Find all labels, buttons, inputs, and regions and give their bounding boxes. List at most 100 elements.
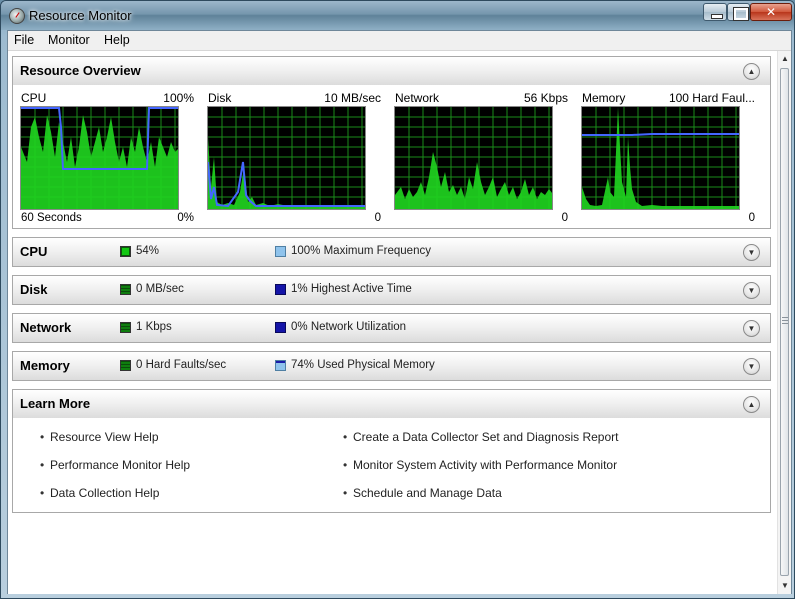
cpu-graph: [20, 106, 179, 210]
graph-min: 0: [561, 212, 568, 224]
cpu-usage-value: 54%: [136, 245, 160, 257]
link-performance-monitor-help[interactable]: Performance Monitor Help: [40, 458, 190, 472]
memory-header[interactable]: Memory 0 Hard Faults/sec 74% Used Physic…: [13, 352, 770, 380]
resource-overview-header[interactable]: Resource Overview ▲: [13, 57, 770, 85]
expand-button[interactable]: ▼: [743, 282, 760, 299]
link-schedule-manage-data[interactable]: Schedule and Manage Data: [343, 486, 502, 500]
graph-max: 56 Kbps: [523, 91, 568, 105]
maximize-icon: [728, 4, 749, 21]
network-graph: [394, 106, 553, 210]
memory-graph-block: Memory 100 Hard Faul... 0: [578, 85, 758, 228]
memory-hard-faults-area: [582, 107, 739, 209]
graph-title: Disk: [208, 91, 232, 105]
link-data-collection-help[interactable]: Data Collection Help: [40, 486, 159, 500]
disk-activity-area: [208, 137, 365, 209]
chevron-up-icon: ▲: [747, 67, 756, 76]
memory-faults-value: 0 Hard Faults/sec: [136, 359, 227, 371]
scroll-up-icon[interactable]: ▲: [778, 51, 792, 67]
chevron-down-icon: ▼: [747, 324, 756, 333]
grid-lines: [208, 107, 365, 209]
learn-more-header[interactable]: Learn More ▲: [13, 390, 770, 418]
expand-button[interactable]: ▼: [743, 244, 760, 261]
scroll-down-icon[interactable]: ▼: [778, 578, 792, 594]
main-content: Resource Overview ▲ CPU 100% 60 Seconds …: [8, 51, 777, 594]
resource-monitor-icon[interactable]: [9, 8, 25, 24]
graph-max: 100%: [163, 91, 194, 105]
cpu-frequency-legend: [275, 246, 286, 257]
window-title: Resource Monitor: [29, 8, 132, 23]
network-graph-plot: [395, 107, 552, 209]
resource-overview-section: Resource Overview ▲ CPU 100% 60 Seconds …: [12, 56, 771, 229]
section-title: CPU: [20, 244, 48, 259]
graph-time-span: 60 Seconds: [21, 212, 82, 224]
disk-header[interactable]: Disk 0 MB/sec 1% Highest Active Time ▼: [13, 276, 770, 304]
memory-faults-legend: [120, 360, 131, 371]
disk-section[interactable]: Disk 0 MB/sec 1% Highest Active Time ▼: [12, 275, 771, 305]
network-utilization-legend: [275, 322, 286, 333]
memory-used-line: [582, 133, 739, 136]
vertical-scrollbar[interactable]: ▲ ▼: [777, 51, 791, 594]
resource-monitor-window: Resource Monitor ✕ File Monitor Help Res…: [0, 0, 795, 599]
chevron-down-icon: ▼: [747, 286, 756, 295]
memory-section[interactable]: Memory 0 Hard Faults/sec 74% Used Physic…: [12, 351, 771, 381]
menu-file[interactable]: File: [14, 33, 34, 47]
graph-title: Network: [395, 91, 440, 105]
disk-io-legend: [120, 284, 131, 295]
cpu-graph-block: CPU 100% 60 Seconds 0%: [17, 85, 197, 228]
disk-graph-block: Disk 10 MB/sec 0: [204, 85, 384, 228]
cpu-graph-plot: [21, 107, 178, 209]
collapse-button[interactable]: ▲: [743, 63, 760, 80]
section-title: Resource Overview: [20, 63, 141, 78]
disk-graph: [207, 106, 366, 210]
network-traffic-value: 1 Kbps: [136, 321, 172, 333]
cpu-header[interactable]: CPU 54% 100% Maximum Frequency ▼: [13, 238, 770, 266]
cpu-section[interactable]: CPU 54% 100% Maximum Frequency ▼: [12, 237, 771, 267]
section-title: Learn More: [20, 396, 91, 411]
chevron-down-icon: ▼: [747, 248, 756, 257]
menu-monitor[interactable]: Monitor: [48, 33, 90, 47]
network-section[interactable]: Network 1 Kbps 0% Network Utilization ▼: [12, 313, 771, 343]
disk-io-value: 0 MB/sec: [136, 283, 184, 295]
network-graph-block: Network 56 Kbps 0: [391, 85, 571, 228]
maximize-button[interactable]: [727, 3, 750, 21]
link-create-data-collector-set[interactable]: Create a Data Collector Set and Diagnosi…: [343, 430, 619, 444]
menu-help[interactable]: Help: [104, 33, 130, 47]
expand-button[interactable]: ▼: [743, 320, 760, 337]
grip-icon: [782, 317, 788, 325]
graph-min: 0: [748, 212, 755, 224]
title-bar[interactable]: Resource Monitor ✕: [1, 1, 794, 30]
disk-active-time-value: 1% Highest Active Time: [291, 283, 412, 295]
section-title: Disk: [20, 282, 48, 297]
network-header[interactable]: Network 1 Kbps 0% Network Utilization ▼: [13, 314, 770, 342]
disk-active-time-legend: [275, 284, 286, 295]
link-resource-view-help[interactable]: Resource View Help: [40, 430, 158, 444]
memory-used-legend: [275, 360, 286, 371]
graph-max: 100 Hard Faul...: [668, 91, 755, 105]
close-button[interactable]: ✕: [750, 3, 792, 21]
graph-min: 0%: [177, 212, 194, 224]
graph-title: CPU: [21, 91, 47, 105]
minimize-icon: [704, 4, 726, 20]
graph-title: Memory: [582, 91, 626, 105]
minimize-button[interactable]: [703, 3, 727, 21]
scroll-thumb[interactable]: [780, 68, 789, 576]
learn-more-section: Learn More ▲ Resource View Help Performa…: [12, 389, 771, 513]
graph-min: 0: [374, 212, 381, 224]
link-monitor-system-activity[interactable]: Monitor System Activity with Performance…: [343, 458, 617, 472]
chevron-up-icon: ▲: [747, 400, 756, 409]
cpu-usage-legend: [120, 246, 131, 257]
network-traffic-legend: [120, 322, 131, 333]
section-title: Memory: [20, 358, 70, 373]
memory-graph-plot: [582, 107, 739, 209]
collapse-button[interactable]: ▲: [743, 396, 760, 413]
cpu-usage-area: [21, 115, 178, 209]
graph-max: 10 MB/sec: [324, 91, 381, 105]
cpu-frequency-value: 100% Maximum Frequency: [291, 245, 431, 257]
chevron-down-icon: ▼: [747, 362, 756, 371]
disk-graph-plot: [208, 107, 365, 209]
client-area: File Monitor Help Resource Overview ▲ CP…: [7, 30, 792, 594]
memory-used-value: 74% Used Physical Memory: [291, 359, 435, 371]
expand-button[interactable]: ▼: [743, 358, 760, 375]
network-traffic-area: [395, 152, 552, 209]
section-title: Network: [20, 320, 72, 335]
